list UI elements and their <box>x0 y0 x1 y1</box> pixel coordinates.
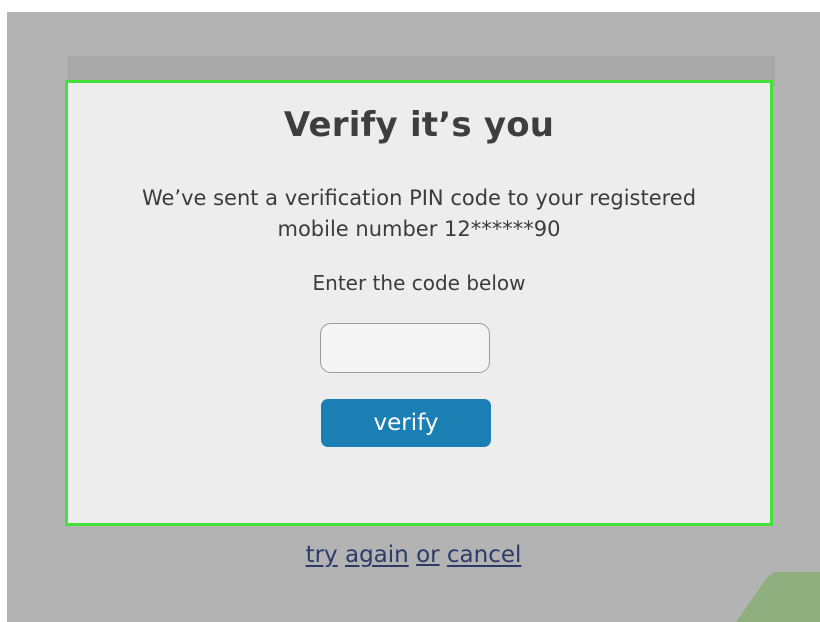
verification-dialog: Verify it’s you We’ve sent a verificatio… <box>65 80 773 526</box>
screen-backdrop: Verify it’s you We’ve sent a verificatio… <box>7 12 820 622</box>
message-line-2: mobile number 12******90 <box>277 217 561 241</box>
decorative-corner-shape <box>728 572 820 622</box>
footer-links: try again or cancel <box>7 542 820 568</box>
cancel-link[interactable]: cancel <box>447 542 522 568</box>
or-text: or <box>416 542 440 568</box>
verify-button[interactable]: verify <box>321 399 491 447</box>
again-link[interactable]: again <box>345 542 409 568</box>
pin-code-input[interactable] <box>320 323 490 373</box>
message-line-1: We’ve sent a verification PIN code to yo… <box>141 186 697 210</box>
dialog-title: Verify it’s you <box>283 105 555 145</box>
code-instruction: Enter the code below <box>312 271 526 295</box>
try-link[interactable]: try <box>306 542 338 568</box>
verification-message: We’ve sent a verification PIN code to yo… <box>108 183 730 245</box>
